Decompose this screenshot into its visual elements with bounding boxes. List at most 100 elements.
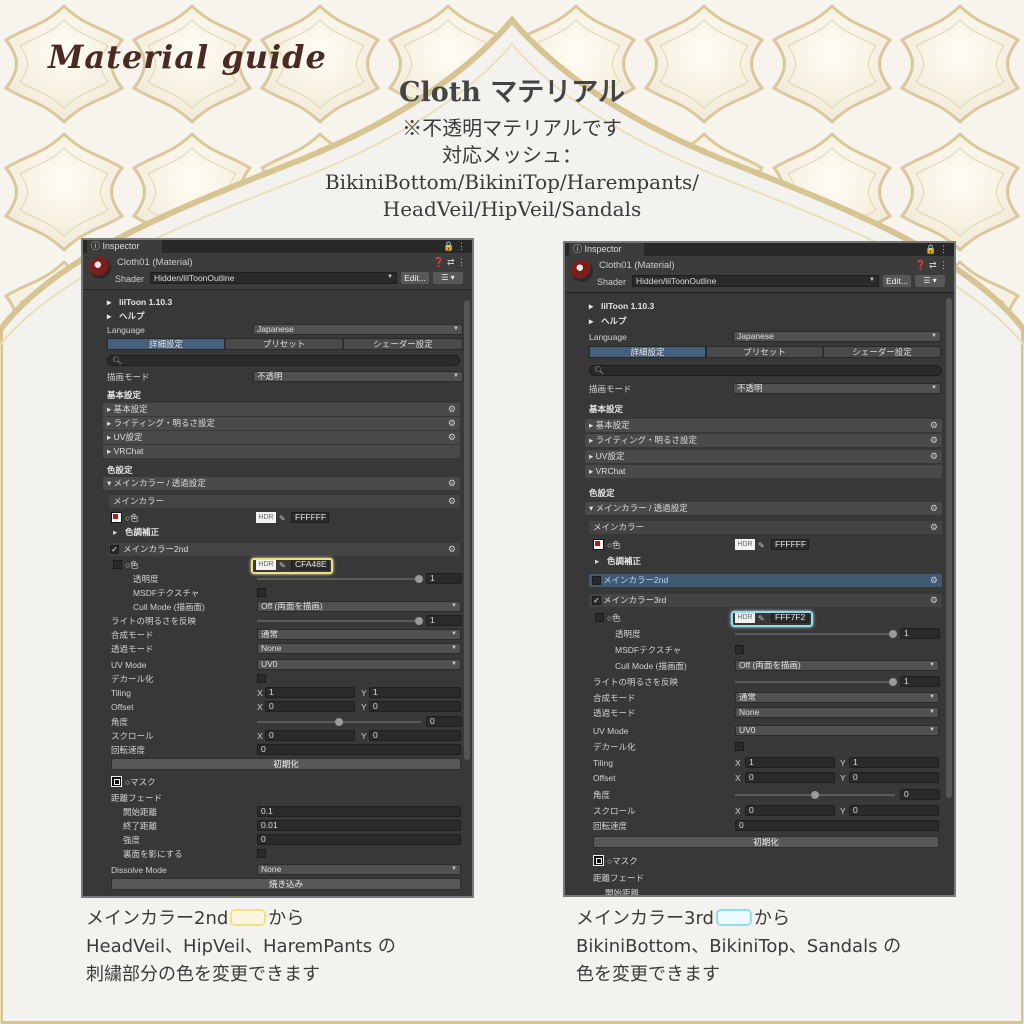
gear-icon[interactable]: ⚙ [448, 543, 456, 556]
color-correction-row[interactable]: ▸ 色調補正 [565, 554, 954, 568]
invert-light-field[interactable]: 1 [426, 615, 462, 626]
shader-edit-button[interactable]: Edit... [401, 272, 429, 284]
blend-mode-dropdown[interactable]: 通常 ▼ [735, 692, 939, 703]
scrollbar[interactable] [946, 298, 952, 798]
scroll-y-field[interactable]: 0 [369, 730, 461, 741]
tab-shader-settings[interactable]: シェーダー設定 [823, 346, 941, 358]
section-uv[interactable]: ▸ UV設定 ⚙ [565, 450, 954, 464]
rotation-speed-field[interactable]: 0 [257, 744, 461, 755]
cull-mode-dropdown[interactable]: Off (両面を描画) ▼ [735, 660, 939, 671]
gear-icon[interactable]: ⚙ [930, 419, 938, 432]
alpha-mode-dropdown[interactable]: None ▼ [735, 707, 939, 718]
gear-icon[interactable]: ⚙ [930, 574, 938, 587]
opacity-slider[interactable] [257, 578, 421, 580]
msdf-checkbox[interactable] [735, 645, 744, 654]
main-color-2nd-checkbox[interactable] [592, 576, 601, 585]
dissolve-dropdown[interactable]: None ▼ [257, 864, 461, 875]
texture-slot-icon[interactable] [593, 539, 604, 550]
eyedropper-icon[interactable]: ✎ [758, 539, 765, 553]
main-color-2nd-header[interactable]: メインカラー2nd ⚙ [109, 543, 460, 556]
section-header[interactable]: ▸ 基本設定 ⚙ [103, 403, 460, 416]
gear-icon[interactable]: ⚙ [930, 502, 938, 515]
scrollbar[interactable] [464, 300, 470, 760]
gear-icon[interactable]: ⚙ [448, 403, 456, 416]
section-uv[interactable]: ▸ UV設定 ⚙ [83, 431, 472, 445]
angle-slider-handle[interactable] [811, 791, 819, 799]
color-correction-row[interactable]: ▸ 色調補正 [83, 525, 472, 539]
fade-start-field[interactable]: 0.1 [257, 806, 461, 817]
offset-x-field[interactable]: 0 [265, 701, 355, 712]
section-header[interactable]: ▸ VRChat [585, 465, 942, 478]
section-header[interactable]: ▸ ライティング・明るさ設定 ⚙ [585, 434, 942, 447]
section-header[interactable]: ▸ ライティング・明るさ設定 ⚙ [103, 417, 460, 430]
section-basic[interactable]: ▸ 基本設定 ⚙ [565, 419, 954, 433]
render-mode-dropdown[interactable]: 不透明 ▼ [733, 383, 941, 394]
alpha-mode-dropdown[interactable]: None ▼ [257, 643, 461, 654]
help-row[interactable]: ▸ ヘルプ [565, 314, 954, 328]
language-dropdown[interactable]: Japanese ▼ [253, 324, 463, 335]
angle-field[interactable]: 0 [900, 789, 940, 800]
init-button[interactable]: 初期化 [111, 758, 461, 770]
tab-advanced[interactable]: 詳細設定 [107, 338, 225, 350]
rotation-speed-field[interactable]: 0 [735, 820, 939, 831]
bake-button[interactable]: 焼き込み [111, 878, 461, 890]
inspector-tab[interactable]: ⓘ Inspector [569, 243, 644, 256]
inspector-tab[interactable]: ⓘ Inspector [87, 240, 162, 253]
shader-dropdown[interactable]: Hidden/lilToonOutline ▼ [632, 275, 879, 287]
main-color-2nd-checkbox[interactable]: ✓ [110, 545, 119, 554]
tab-preset[interactable]: プリセット [706, 346, 823, 358]
language-dropdown[interactable]: Japanese ▼ [733, 331, 941, 342]
opacity-field[interactable]: 1 [426, 573, 462, 584]
scroll-x-field[interactable]: 0 [265, 730, 355, 741]
invert-light-field[interactable]: 1 [900, 676, 940, 687]
tab-window-icons[interactable]: 🔒 ⋮ [925, 243, 948, 256]
hdr-badge[interactable]: HDR [256, 512, 276, 523]
gear-icon[interactable]: ⚙ [930, 521, 938, 534]
section-header[interactable]: ▸ VRChat [103, 445, 460, 458]
msdf-checkbox[interactable] [257, 588, 266, 597]
eyedropper-icon[interactable]: ✎ [279, 512, 286, 526]
cull-mode-dropdown[interactable]: Off (両面を描画) ▼ [257, 601, 461, 612]
gear-icon[interactable]: ⚙ [448, 495, 456, 508]
tiling-y-field[interactable]: 1 [369, 687, 461, 698]
main-color-hex[interactable]: FFFFFF [291, 512, 329, 523]
texture-slot-icon[interactable] [113, 560, 122, 569]
blend-mode-dropdown[interactable]: 通常 ▼ [257, 629, 461, 640]
offset-x-field[interactable]: 0 [745, 772, 835, 783]
render-mode-dropdown[interactable]: 不透明 ▼ [253, 371, 463, 382]
tiling-x-field[interactable]: 1 [745, 757, 835, 768]
tiling-x-field[interactable]: 1 [265, 687, 355, 698]
tab-window-icons[interactable]: 🔒 ⋮ [443, 240, 466, 253]
tab-shader-settings[interactable]: シェーダー設定 [343, 338, 463, 350]
uv-mode-dropdown[interactable]: UV0 ▼ [735, 725, 939, 736]
angle-field[interactable]: 0 [426, 716, 462, 727]
opacity-slider-handle[interactable] [889, 630, 897, 638]
main-color-hex[interactable]: FFFFFF [771, 539, 809, 550]
section-header[interactable]: ▾ メインカラー / 透過設定 ⚙ [103, 477, 460, 490]
material-header-icons[interactable]: ❓ ⇄ ⋮ [433, 257, 466, 268]
offset-y-field[interactable]: 0 [849, 772, 939, 783]
uv-mode-dropdown[interactable]: UV0 ▼ [257, 659, 461, 670]
section-main-color[interactable]: ▾ メインカラー / 透過設定 ⚙ [83, 477, 472, 491]
invert-light-slider-handle[interactable] [415, 617, 423, 625]
section-vrchat[interactable]: ▸ VRChat [83, 445, 472, 459]
gear-icon[interactable]: ⚙ [448, 477, 456, 490]
scroll-y-field[interactable]: 0 [849, 805, 939, 816]
main-color-3rd-header[interactable]: メインカラー3rd ⚙ [589, 594, 942, 607]
section-header[interactable]: ▸ UV設定 ⚙ [103, 431, 460, 444]
main-color-2nd-header[interactable]: メインカラー2nd ⚙ [589, 574, 942, 587]
gear-icon[interactable]: ⚙ [448, 431, 456, 444]
scroll-x-field[interactable]: 0 [745, 805, 835, 816]
shader-dropdown[interactable]: Hidden/lilToonOutline ▼ [150, 272, 397, 284]
section-header[interactable]: ▾ メインカラー / 透過設定 ⚙ [585, 502, 942, 515]
texture-slot-icon[interactable] [595, 613, 604, 622]
shader-edit-button[interactable]: Edit... [883, 275, 911, 287]
fade-strength-field[interactable]: 0 [257, 834, 461, 845]
tiling-y-field[interactable]: 1 [849, 757, 939, 768]
search-input[interactable]: 🔍︎ [589, 365, 942, 376]
decal-checkbox[interactable] [257, 674, 266, 683]
invert-light-slider[interactable] [735, 681, 895, 683]
material-header-icons[interactable]: ❓ ⇄ ⋮ [915, 260, 948, 271]
gear-icon[interactable]: ⚙ [448, 417, 456, 430]
section-main-color[interactable]: ▾ メインカラー / 透過設定 ⚙ [565, 502, 954, 516]
